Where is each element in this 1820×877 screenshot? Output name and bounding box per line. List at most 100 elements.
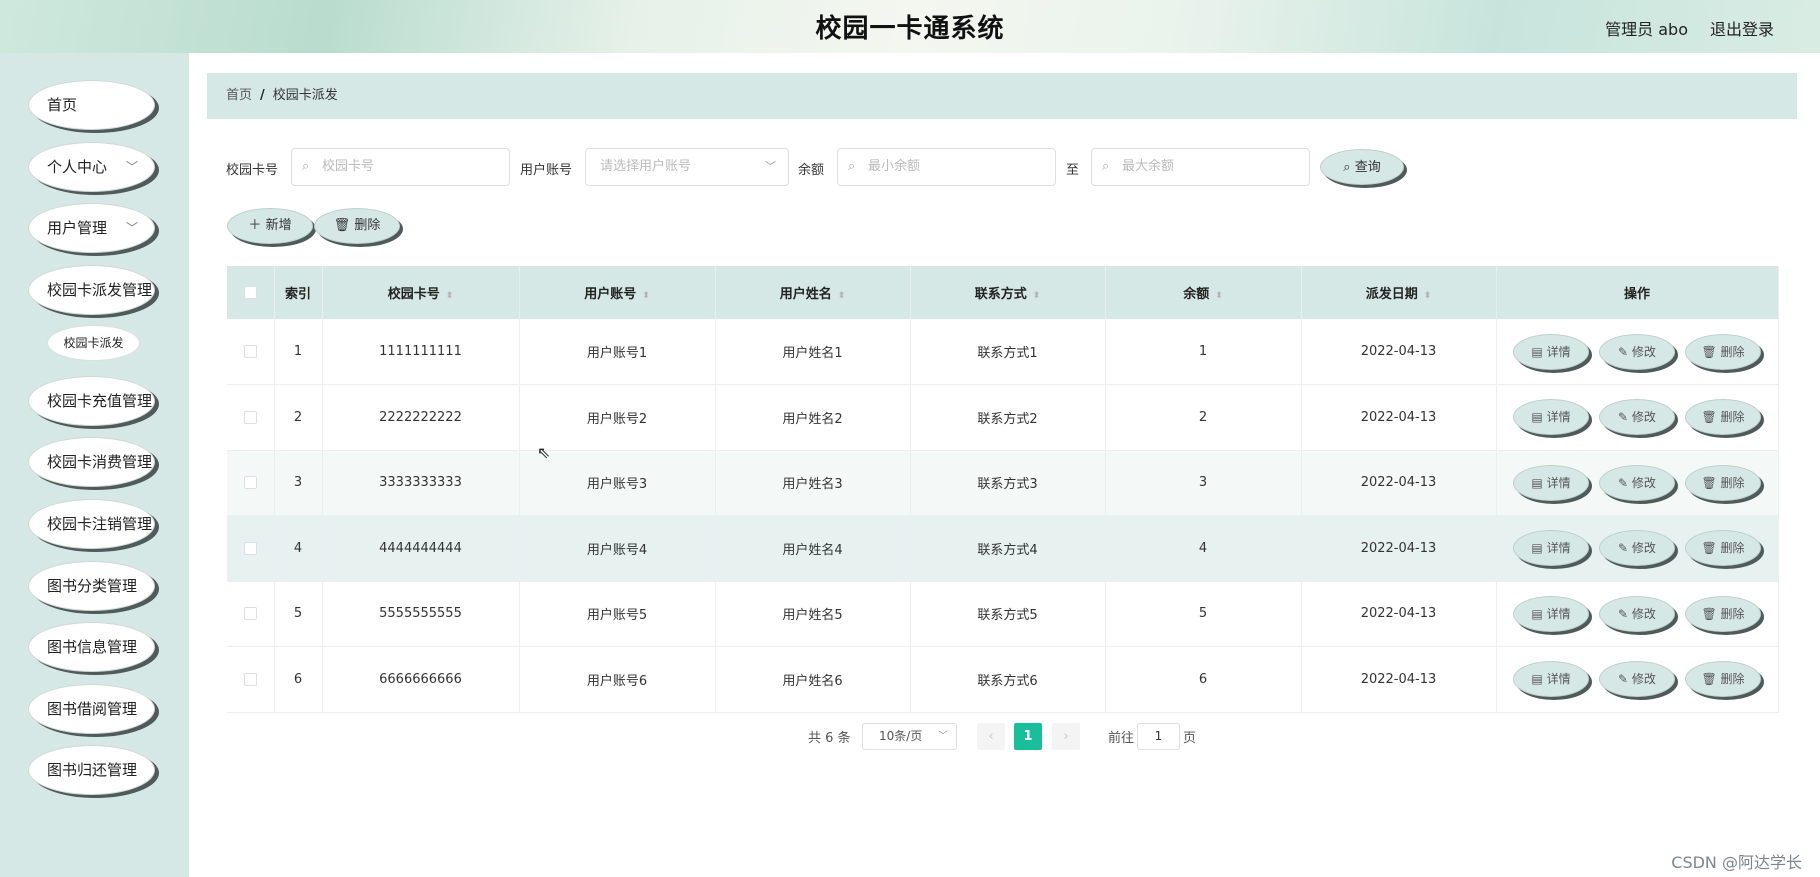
actions-cell: ▤ 详情 ✎ 修改 🗑 删除: [1496, 319, 1779, 385]
balance-cell: 4: [1105, 515, 1302, 582]
index-cell: 5: [274, 581, 323, 647]
column-header-account[interactable]: 用户账号 ⬍: [519, 266, 716, 319]
sidebar-item-card-dispatch[interactable]: 校园卡派发管理: [28, 265, 155, 315]
delete-button[interactable]: 🗑 删除: [1685, 595, 1761, 632]
card-number-cell: 6666666666: [322, 646, 520, 713]
card-number-label: 校园卡号: [226, 163, 279, 178]
sort-icon[interactable]: ⬍: [1424, 291, 1432, 301]
sort-icon[interactable]: ⬍: [838, 291, 846, 301]
add-button[interactable]: ＋ 新增: [227, 208, 313, 244]
goto-page-input[interactable]: 1: [1137, 723, 1180, 750]
search-icon: ⌕: [848, 159, 856, 174]
pencil-icon: ✎: [1618, 410, 1632, 425]
max-balance-input[interactable]: ⌕ 最大余额: [1091, 148, 1310, 186]
delete-button[interactable]: 🗑 删除: [1685, 333, 1761, 370]
sidebar-item-book-return[interactable]: 图书归还管理: [28, 745, 155, 795]
query-button[interactable]: ⌕ 查询: [1320, 149, 1404, 185]
row-checkbox[interactable]: [243, 607, 257, 621]
sort-icon[interactable]: ⬍: [1033, 291, 1041, 301]
app-title: 校园一卡通系统: [815, 14, 1005, 44]
table-row[interactable]: 2 2222222222 用户账号2 用户姓名2 联系方式2 2 2022-04-13 ▤ 详…: [227, 384, 1779, 451]
edit-button[interactable]: ✎ 修改: [1599, 661, 1675, 698]
next-page-button[interactable]: ›: [1052, 723, 1080, 750]
detail-button[interactable]: ▤ 详情: [1513, 595, 1589, 632]
card-number-placeholder: 校园卡号: [322, 159, 375, 174]
detail-button[interactable]: ▤ 详情: [1513, 464, 1589, 501]
page-number-current[interactable]: 1: [1014, 723, 1042, 750]
sidebar-item-home[interactable]: 首页: [28, 80, 155, 130]
pencil-icon: ✎: [1618, 606, 1632, 621]
edit-button[interactable]: ✎ 修改: [1599, 530, 1675, 567]
pencil-icon: ✎: [1618, 344, 1632, 359]
sidebar-item-label: 首页: [47, 96, 78, 114]
account-cell: 用户账号2: [519, 384, 716, 451]
delete-button[interactable]: 🗑 删除: [1685, 464, 1761, 501]
column-header-actions: 操作: [1496, 266, 1779, 319]
balance-cell: 5: [1105, 581, 1302, 647]
sort-icon[interactable]: ⬍: [446, 291, 454, 301]
delete-button[interactable]: 🗑 删除: [1685, 661, 1761, 698]
sidebar-item-card-consume[interactable]: 校园卡消费管理: [28, 437, 155, 487]
detail-button[interactable]: ▤ 详情: [1513, 530, 1589, 567]
sidebar-item-users[interactable]: 用户管理 ﹀: [28, 203, 155, 253]
logout-link[interactable]: 退出登录: [1710, 16, 1774, 40]
min-balance-placeholder: 最小余额: [868, 159, 921, 174]
edit-button[interactable]: ✎ 修改: [1599, 595, 1675, 632]
column-header-contact[interactable]: 联系方式 ⬍: [910, 266, 1106, 319]
contact-cell: 联系方式4: [910, 515, 1106, 582]
page-size-select[interactable]: 10条/页 ﹀: [862, 723, 957, 750]
prev-page-button[interactable]: ‹: [977, 723, 1005, 750]
sidebar-item-book-category[interactable]: 图书分类管理: [28, 561, 155, 611]
sidebar-item-card-cancel[interactable]: 校园卡注销管理: [28, 499, 155, 549]
sidebar-item-card-recharge[interactable]: 校园卡充值管理: [28, 376, 155, 426]
card-number-input[interactable]: ⌕ 校园卡号: [291, 148, 510, 186]
table-row[interactable]: 6 6666666666 用户账号6 用户姓名6 联系方式6 6 2022-04-13 ▤ 详…: [227, 646, 1779, 713]
column-header-card-number[interactable]: 校园卡号 ⬍: [322, 266, 520, 319]
delete-button[interactable]: 🗑 删除: [1685, 399, 1761, 436]
row-checkbox[interactable]: [243, 541, 257, 555]
sidebar-subitem-card-dispatch[interactable]: 校园卡派发: [47, 325, 140, 361]
document-icon: ▤: [1531, 344, 1547, 359]
batch-delete-button[interactable]: 🗑 删除: [314, 208, 400, 244]
sidebar-item-book-info[interactable]: 图书信息管理: [28, 622, 155, 672]
user-account-select[interactable]: 请选择用户账号 ﹀: [585, 148, 789, 186]
detail-button[interactable]: ▤ 详情: [1513, 399, 1589, 436]
select-all-checkbox[interactable]: [243, 286, 257, 299]
table-row[interactable]: 4 4444444444 用户账号4 用户姓名4 联系方式4 4 2022-04-13 ▤ 详…: [227, 515, 1779, 582]
plus-icon: ＋: [248, 218, 266, 233]
card-number-cell: 2222222222: [322, 384, 520, 451]
sidebar-item-book-borrow[interactable]: 图书借阅管理: [28, 684, 155, 734]
row-select-cell: [227, 515, 275, 582]
add-button-label: 新增: [265, 218, 292, 233]
edit-button[interactable]: ✎ 修改: [1599, 399, 1675, 436]
detail-button[interactable]: ▤ 详情: [1513, 661, 1589, 698]
trash-icon: 🗑: [1701, 541, 1721, 556]
row-checkbox[interactable]: [243, 672, 257, 686]
query-button-label: 查询: [1354, 160, 1381, 175]
table-row[interactable]: 1 1111111111 用户账号1 用户姓名1 联系方式1 1 2022-04-13 ▤ 详…: [227, 319, 1779, 385]
row-checkbox[interactable]: [243, 345, 257, 358]
min-balance-input[interactable]: ⌕ 最小余额: [837, 148, 1056, 186]
document-icon: ▤: [1531, 672, 1547, 687]
table-row[interactable]: 3 3333333333 用户账号3 用户姓名3 联系方式3 3 2022-04-13 ▤ 详…: [227, 450, 1779, 516]
chevron-down-icon: ﹀: [938, 731, 948, 742]
contact-cell: 联系方式6: [910, 646, 1106, 713]
column-header-name[interactable]: 用户姓名 ⬍: [715, 266, 911, 319]
edit-button[interactable]: ✎ 修改: [1599, 464, 1675, 501]
row-checkbox[interactable]: [243, 476, 257, 490]
edit-button[interactable]: ✎ 修改: [1599, 333, 1675, 370]
detail-button[interactable]: ▤ 详情: [1513, 333, 1589, 370]
document-icon: ▤: [1531, 606, 1547, 621]
column-header-balance[interactable]: 余额 ⬍: [1105, 266, 1302, 319]
contact-cell: 联系方式1: [910, 319, 1106, 385]
row-checkbox[interactable]: [243, 410, 257, 424]
delete-button[interactable]: 🗑 删除: [1685, 530, 1761, 567]
table-row[interactable]: 5 5555555555 用户账号5 用户姓名5 联系方式5 5 2022-04-13 ▤ 详…: [227, 581, 1779, 647]
breadcrumb-home[interactable]: 首页: [226, 88, 252, 103]
sort-icon[interactable]: ⬍: [642, 291, 650, 301]
sidebar-item-profile[interactable]: 个人中心 ﹀: [28, 142, 155, 192]
column-header-date[interactable]: 派发日期 ⬍: [1301, 266, 1497, 319]
pencil-icon: ✎: [1618, 475, 1632, 490]
sidebar-item-label: 图书分类管理: [47, 577, 138, 595]
sort-icon[interactable]: ⬍: [1215, 291, 1223, 301]
